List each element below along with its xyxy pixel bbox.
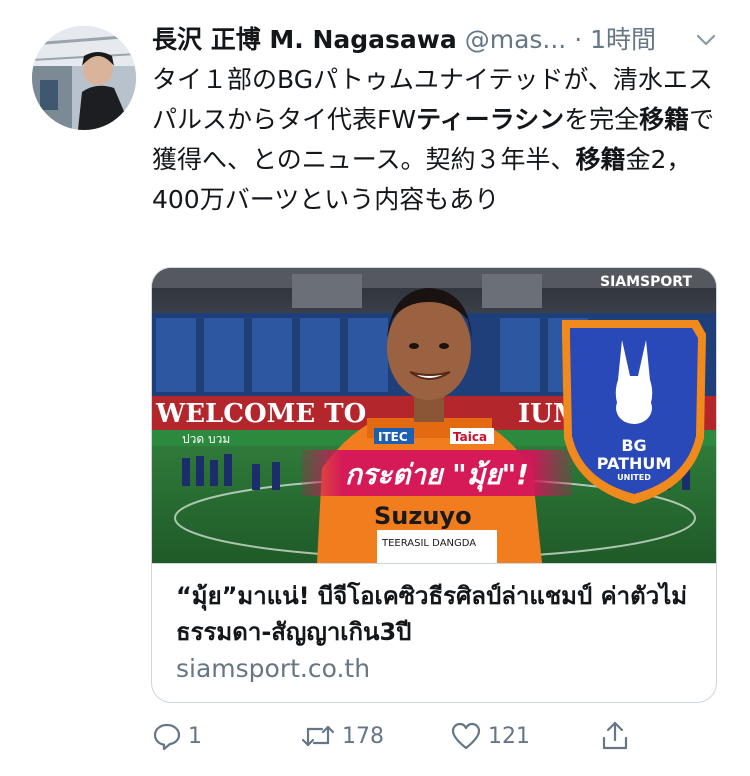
link-card[interactable]: WELCOME TO IUM ปวด บวม ITEC Taica Suzuyo… [151, 267, 717, 703]
reply-icon [153, 723, 181, 751]
banner-text: WELCOME TO [155, 399, 366, 429]
badge-line3: UNITED [617, 473, 651, 482]
avatar[interactable] [32, 26, 136, 130]
like-button[interactable]: 121 [450, 714, 530, 758]
tweet-text-bold-segment: 移籍 [639, 105, 690, 134]
like-count: 121 [488, 723, 530, 749]
sponsor-right: Taica [453, 430, 487, 444]
share-icon [602, 721, 628, 750]
retweet-button[interactable]: 178 [300, 714, 384, 758]
card-photo: WELCOME TO IUM ปวด บวม ITEC Taica Suzuyo… [152, 268, 716, 563]
sponsor-left: ITEC [378, 430, 408, 444]
badge-line1: BG [621, 436, 646, 455]
board-text: ปวด บวม [182, 432, 230, 446]
share-button[interactable] [600, 714, 630, 758]
badge-line2: PATHUM [597, 454, 672, 473]
chevron-down-icon[interactable] [694, 28, 718, 52]
tweet-text: タイ１部のBGパトゥムユナイテッドが、清水エスパルスからタイ代表FWティーラシン… [152, 60, 720, 220]
tweet-header: 長沢 正博 M. Nagasawa @mas... · 1時間 [152, 22, 732, 58]
card-image[interactable]: WELCOME TO IUM ปวด บวม ITEC Taica Suzuyo… [152, 268, 716, 563]
reply-button[interactable]: 1 [152, 714, 202, 758]
tweet-time[interactable]: · 1時間 [574, 25, 656, 54]
shirt-sponsor: Suzuyo [374, 502, 472, 530]
image-caption: กระต่าย "มุ้ย"! [345, 458, 529, 492]
tweet-text-bold-segment: ティーラシン [416, 105, 565, 134]
retweet-count: 178 [342, 723, 384, 749]
tweet[interactable]: 長沢 正博 M. Nagasawa @mas... · 1時間 タイ１部のBGパ… [0, 0, 750, 776]
retweet-icon [301, 725, 335, 747]
author-name[interactable]: 長沢 正博 M. Nagasawa [152, 25, 457, 54]
author-handle[interactable]: @mas... [465, 25, 567, 54]
card-domain: siamsport.co.th [176, 654, 371, 683]
heart-icon [451, 722, 481, 750]
player-name: TEERASIL DANGDA [381, 538, 476, 549]
tweet-text-bold-segment: 移籍 [575, 145, 626, 174]
avatar-photo [32, 26, 136, 130]
card-info[interactable]: “มุ้ย”มาแน่! บีจีโอเคซิวธีรศิลป์ล่าแชมป์… [152, 563, 716, 702]
action-bar: 1 178 121 [0, 714, 750, 758]
tweet-text-segment: を完全 [564, 105, 640, 134]
watermark: SIAMSPORT [600, 274, 692, 290]
card-title: “มุ้ย”มาแน่! บีจีโอเคซิวธีรศิลป์ล่าแชมป์… [176, 582, 688, 646]
reply-count: 1 [188, 723, 202, 749]
